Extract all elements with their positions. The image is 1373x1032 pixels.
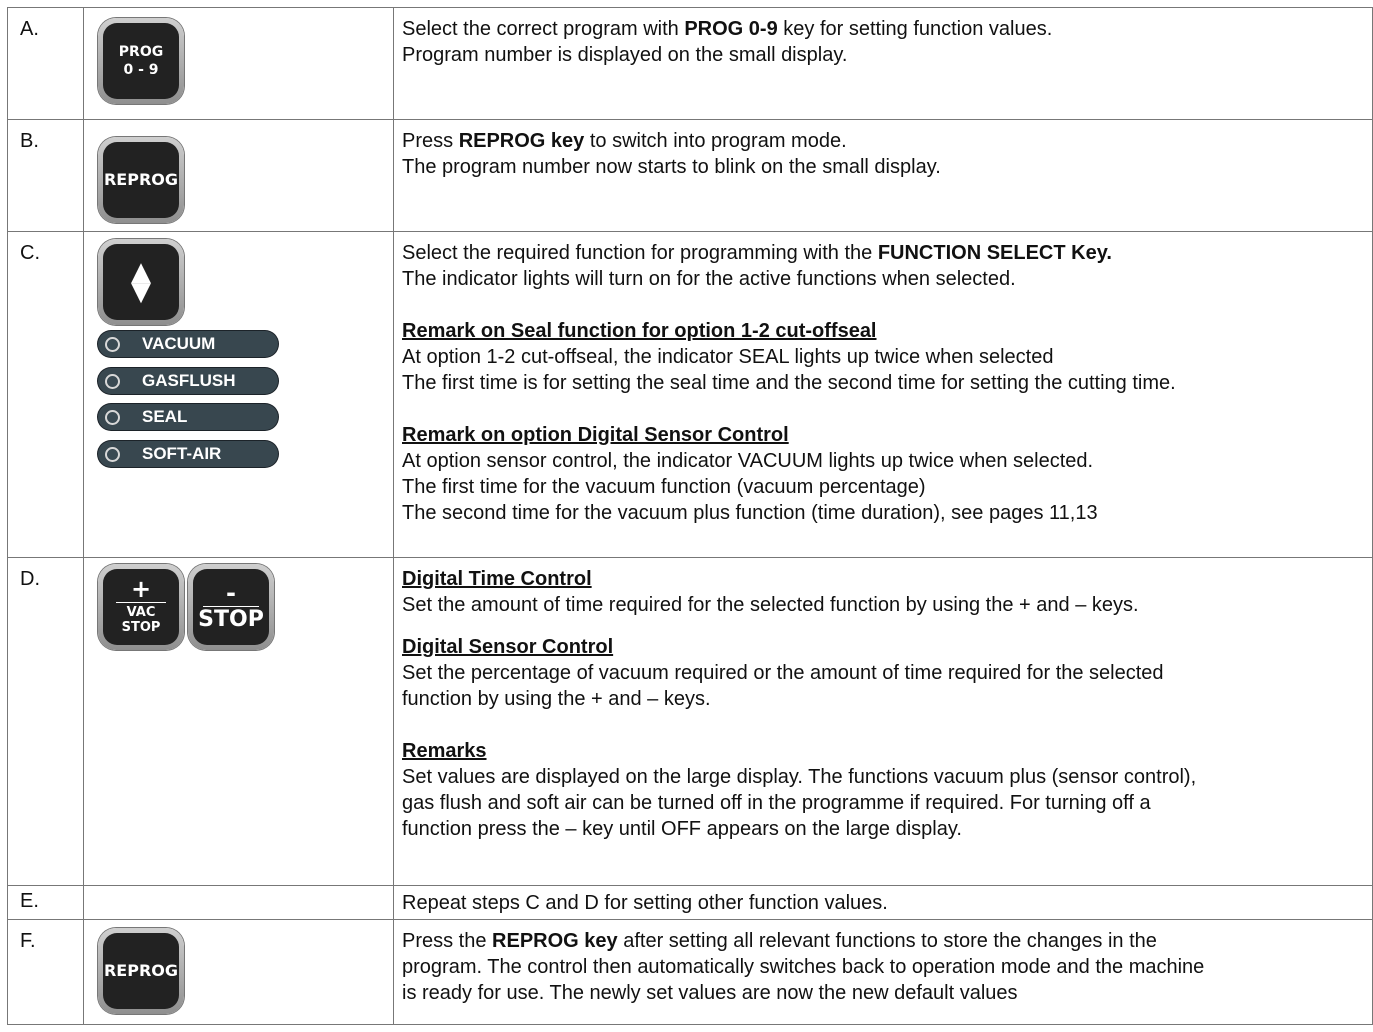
indicator-light-icon bbox=[105, 409, 120, 425]
key-label: VAC bbox=[126, 605, 156, 620]
text-line: Set the amount of time required for the … bbox=[402, 594, 1139, 616]
text-line: The indicator lights will turn on for th… bbox=[402, 268, 1016, 290]
step-description: Press the REPROG key after setting all r… bbox=[393, 919, 1373, 1025]
text-line: The first time for the vacuum function (… bbox=[402, 476, 926, 498]
arrow-down-icon: ▼ bbox=[131, 277, 151, 307]
step-letter: C. bbox=[7, 231, 84, 558]
instruction-table: A. PROG 0 - 9 Select the correct program… bbox=[7, 7, 1373, 1025]
text-line: The first time is for setting the seal t… bbox=[402, 372, 1176, 394]
key-label: REPROG bbox=[103, 961, 179, 980]
key-label: 0 - 9 bbox=[123, 62, 159, 78]
text-line: Press REPROG key to switch into program … bbox=[402, 130, 847, 152]
step-image-cell: PROG 0 - 9 bbox=[83, 7, 394, 120]
reprog-key: REPROG bbox=[98, 137, 184, 223]
step-description: Select the correct program with PROG 0-9… bbox=[393, 7, 1373, 120]
step-image-cell: REPROG bbox=[83, 119, 394, 232]
indicator-vacuum: VACUUM bbox=[98, 331, 278, 357]
step-letter: D. bbox=[7, 557, 84, 886]
text-line: Press the REPROG key after setting all r… bbox=[402, 930, 1157, 952]
indicator-soft-air: SOFT-AIR bbox=[98, 441, 278, 467]
key-label: PROG bbox=[118, 44, 164, 60]
indicator-label: SEAL bbox=[142, 407, 188, 426]
indicator-gasflush: GASFLUSH bbox=[98, 368, 278, 394]
text-line: Program number is displayed on the small… bbox=[402, 44, 848, 66]
key-label: STOP bbox=[198, 607, 264, 632]
key-label: REPROG bbox=[103, 170, 179, 189]
plus-vac-stop-key: + VAC STOP bbox=[98, 564, 184, 650]
function-select-key: ▲ ▼ bbox=[98, 239, 184, 325]
text-line: At option sensor control, the indicator … bbox=[402, 450, 1094, 472]
text-line: is ready for use. The newly set values a… bbox=[402, 982, 1018, 1004]
step-image-cell bbox=[83, 885, 394, 920]
text-line: Select the correct program with PROG 0-9… bbox=[402, 18, 1053, 40]
step-description: Press REPROG key to switch into program … bbox=[393, 119, 1373, 232]
section-heading: Digital Time Control bbox=[402, 568, 592, 590]
table-row: F. REPROG Press the REPROG key after set… bbox=[7, 919, 1373, 1025]
text-line: Repeat steps C and D for setting other f… bbox=[402, 892, 888, 914]
section-heading: Remark on option Digital Sensor Control bbox=[402, 424, 789, 446]
indicator-light-icon bbox=[105, 373, 120, 389]
step-description: Digital Time Control Set the amount of t… bbox=[393, 557, 1373, 886]
indicator-label: GASFLUSH bbox=[142, 371, 236, 390]
table-row: C. ▲ ▼ VACUUM GASFLUSH SEAL SOFT-AIR Sel… bbox=[7, 231, 1373, 558]
indicator-label: VACUUM bbox=[142, 334, 216, 353]
table-row: B. REPROG Press REPROG key to switch int… bbox=[7, 119, 1373, 232]
step-letter: B. bbox=[7, 119, 84, 232]
text-line: The second time for the vacuum plus func… bbox=[402, 502, 1098, 524]
step-letter: F. bbox=[7, 919, 84, 1025]
step-image-cell: + VAC STOP - STOP bbox=[83, 557, 394, 886]
table-row: D. + VAC STOP - STOP Digital Time Contro… bbox=[7, 557, 1373, 886]
text-line: function press the – key until OFF appea… bbox=[402, 818, 962, 840]
text-line: gas flush and soft air can be turned off… bbox=[402, 792, 1151, 814]
step-image-cell: ▲ ▼ VACUUM GASFLUSH SEAL SOFT-AIR bbox=[83, 231, 394, 558]
prog-0-9-key: PROG 0 - 9 bbox=[98, 18, 184, 104]
step-image-cell: REPROG bbox=[83, 919, 394, 1025]
step-letter: E. bbox=[7, 885, 84, 920]
text-line: program. The control then automatically … bbox=[402, 956, 1205, 978]
minus-stop-key: - STOP bbox=[188, 564, 274, 650]
text-line: Set the percentage of vacuum required or… bbox=[402, 662, 1164, 684]
text-line: At option 1-2 cut-offseal, the indicator… bbox=[402, 346, 1054, 368]
plus-icon: + bbox=[130, 575, 152, 603]
indicator-light-icon bbox=[105, 446, 120, 462]
text-line: function by using the + and – keys. bbox=[402, 688, 711, 710]
step-description: Select the required function for program… bbox=[393, 231, 1373, 558]
table-row: A. PROG 0 - 9 Select the correct program… bbox=[7, 7, 1373, 120]
text-line: Select the required function for program… bbox=[402, 242, 1112, 264]
step-letter: A. bbox=[7, 7, 84, 120]
table-row: E. Repeat steps C and D for setting othe… bbox=[7, 885, 1373, 920]
indicator-seal: SEAL bbox=[98, 404, 278, 430]
indicator-light-icon bbox=[105, 336, 120, 352]
section-heading: Remarks bbox=[402, 740, 487, 762]
key-label: STOP bbox=[121, 620, 161, 635]
indicator-label: SOFT-AIR bbox=[142, 444, 222, 463]
minus-icon: - bbox=[226, 579, 236, 607]
text-line: The program number now starts to blink o… bbox=[402, 156, 941, 178]
step-description: Repeat steps C and D for setting other f… bbox=[393, 885, 1373, 920]
section-heading: Digital Sensor Control bbox=[402, 636, 614, 658]
text-line: Set values are displayed on the large di… bbox=[402, 766, 1197, 788]
section-heading: Remark on Seal function for option 1-2 c… bbox=[402, 320, 877, 342]
reprog-key: REPROG bbox=[98, 928, 184, 1014]
